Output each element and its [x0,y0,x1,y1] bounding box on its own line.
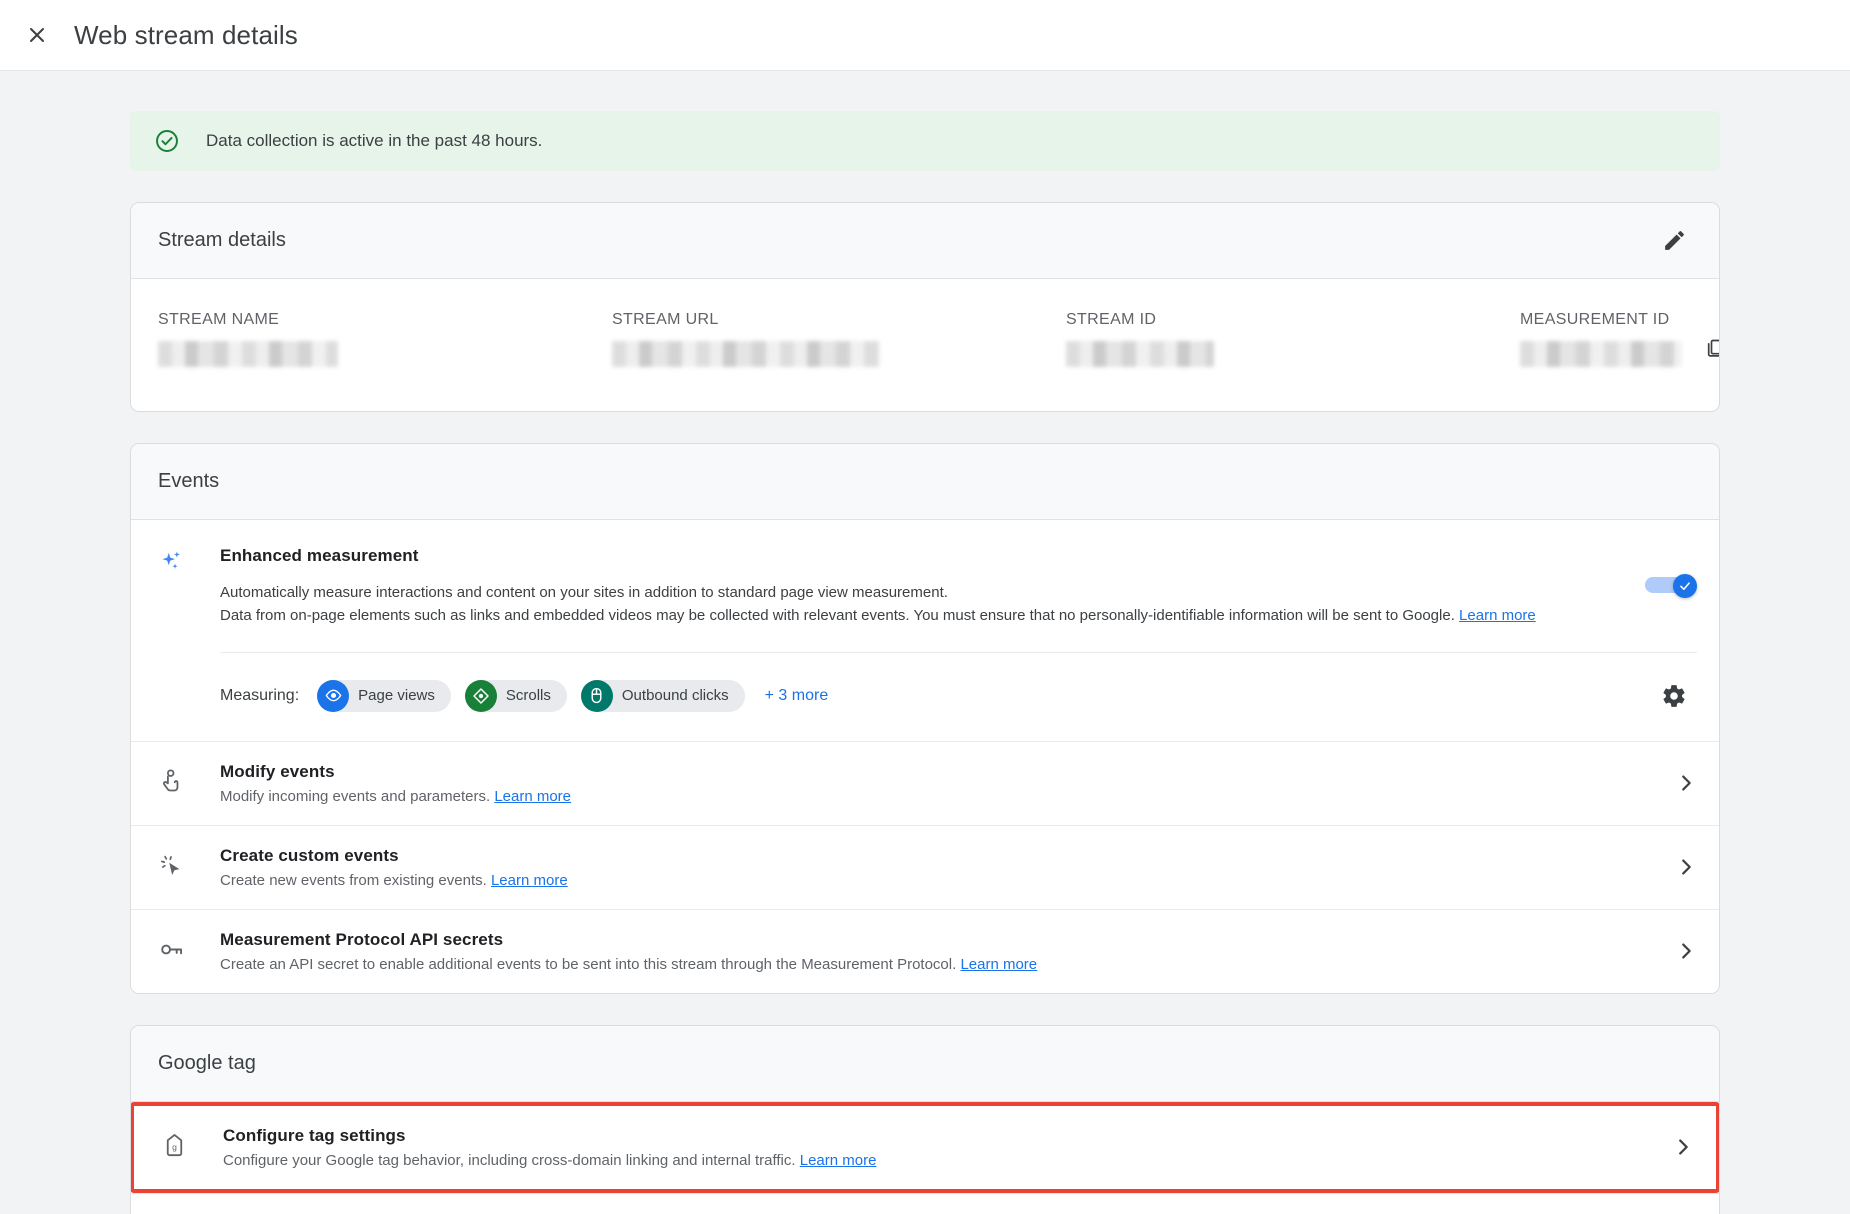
svg-text:g: g [172,1142,177,1152]
row-create-custom-events[interactable]: Create custom events Create new events f… [131,824,1719,909]
redacted-value [1066,341,1214,367]
field-label: STREAM NAME [158,311,280,328]
pencil-icon [1664,231,1684,250]
row-title: Configure tag settings [223,1125,406,1145]
row-desc-text: Modify incoming events and parameters. [220,787,491,805]
stream-details-fields: STREAM NAME STREAM URL STREAM ID MEASURE… [131,279,1719,411]
close-icon [30,28,44,42]
copy-measurement-id-button[interactable] [1692,325,1719,371]
chip-outbound-clicks[interactable]: Outbound clicks [580,679,745,712]
stream-details-title: Stream details [158,229,286,251]
chip-label: Outbound clicks [621,687,729,705]
gear-icon [1663,684,1685,707]
chip-label: Scrolls [505,687,551,705]
row-manage-connected-site-tags[interactable]: Manage connected site tags Load tags for… [131,1192,1719,1214]
events-card: Events Enhanced measurement Automaticall… [130,443,1720,994]
page-scroll-area: Data collection is active in the past 48… [0,71,1850,1214]
enhanced-measurement-settings-button[interactable] [1651,673,1697,719]
em-desc-line-2: Data from on-page elements such as links… [220,606,1455,624]
google-tag-card: Google tag 4 g Configure tag settings Co… [130,1024,1720,1214]
edit-stream-details-button[interactable] [1651,218,1697,264]
google-tag-icon: g [166,1134,183,1157]
top-app-bar: Web stream details [0,0,1850,71]
touch-hand-icon [162,769,179,792]
redacted-value [158,341,338,367]
row-title: Measurement Protocol API secrets [220,929,504,949]
enhanced-measurement-section: Enhanced measurement Automatically measu… [131,520,1719,741]
check-circle-icon [156,130,178,152]
row-description: Configure your Google tag behavior, incl… [223,1152,1654,1169]
row-learn-more-link[interactable]: Learn more [960,956,1037,973]
page-title: Web stream details [74,19,298,50]
field-label: MEASUREMENT ID [1520,311,1670,328]
mouse-icon-wrap [580,679,613,712]
scroll-diamond-icon [473,687,489,704]
close-button[interactable] [14,12,60,58]
copy-icon [1707,339,1719,357]
eye-icon [325,689,342,702]
sparkle-icon-wrap [158,546,220,628]
cursor-sparkle-icon [160,855,180,876]
row-learn-more-link[interactable]: Learn more [491,872,568,889]
row-description: Modify incoming events and parameters. L… [220,788,1657,805]
row-description: Create an API secret to enable additiona… [220,956,1657,973]
field-measurement-id: MEASUREMENT ID [1520,311,1719,371]
row-desc-text: Create new events from existing events. [220,871,487,889]
row-title: Create custom events [220,845,399,865]
redacted-value [612,341,880,367]
measuring-label: Measuring: [220,686,300,704]
row-modify-events[interactable]: Modify events Modify incoming events and… [131,740,1719,825]
row-description: Create new events from existing events. … [220,872,1657,889]
stream-details-card: Stream details STREAM NAME STREAM URL ST… [130,202,1720,412]
google-tag-header: Google tag [131,1025,1719,1102]
chevron-right-icon [1675,856,1697,878]
enhanced-measurement-learn-more-link[interactable]: Learn more [1459,607,1536,624]
sparkle-icon [162,551,180,569]
row-measurement-protocol-api-secrets[interactable]: Measurement Protocol API secrets Create … [131,908,1719,993]
chevron-right-icon [1675,772,1697,794]
chip-scrolls[interactable]: Scrolls [464,679,567,712]
banner-text: Data collection is active in the past 48… [206,131,543,150]
mouse-icon [591,687,602,704]
row-desc-text: Configure your Google tag behavior, incl… [223,1151,796,1169]
enhanced-measurement-title: Enhanced measurement [220,546,419,565]
check-icon [1680,582,1690,590]
row-configure-tag-settings[interactable]: 4 g Configure tag settings Configure you… [131,1101,1719,1193]
events-title: Events [158,470,220,492]
google-tag-title: Google tag [158,1051,256,1074]
field-label: STREAM ID [1066,311,1157,328]
field-stream-url: STREAM URL [612,311,1066,367]
field-stream-id: STREAM ID [1066,311,1520,367]
data-collection-banner: Data collection is active in the past 48… [130,111,1720,171]
redacted-value [1520,341,1682,367]
scroll-diamond-icon-wrap [464,679,497,712]
stream-details-header: Stream details [131,203,1719,279]
events-header: Events [131,444,1719,520]
google-tag-icon-wrap: g [161,1130,223,1164]
enhanced-measurement-description: Automatically measure interactions and c… [220,582,1591,628]
chevron-right-icon [1675,940,1697,962]
row-desc-text: Create an API secret to enable additiona… [220,955,957,973]
key-icon-wrap [158,934,220,968]
row-learn-more-link[interactable]: Learn more [494,788,571,805]
enhanced-measurement-toggle[interactable] [1645,574,1697,598]
row-learn-more-link[interactable]: Learn more [800,1152,877,1169]
chip-label: Page views [358,687,435,705]
cursor-sparkle-icon-wrap [158,850,220,884]
key-icon [161,944,183,955]
eye-icon-wrap [317,679,350,712]
field-stream-name: STREAM NAME [158,311,612,367]
measuring-chips-row: Measuring: Page views Scrolls Outbound c… [131,653,1719,741]
em-desc-line-1: Automatically measure interactions and c… [220,584,948,601]
chevron-right-icon [1672,1136,1694,1158]
row-title: Modify events [220,761,335,781]
field-label: STREAM URL [612,311,719,328]
toggle-knob [1673,574,1697,598]
chip-page-views[interactable]: Page views [317,679,451,712]
measuring-more-link[interactable]: + 3 more [765,687,829,705]
touch-hand-icon-wrap [158,766,220,800]
